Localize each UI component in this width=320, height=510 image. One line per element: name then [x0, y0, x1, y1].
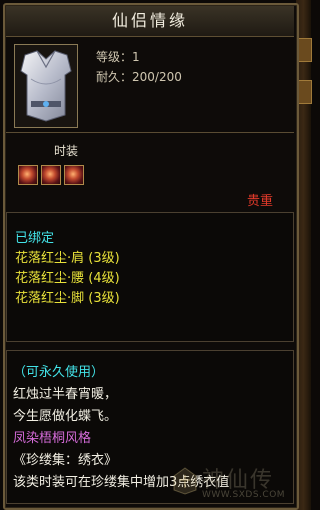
poem-line: 红烛过半春宵暖，: [13, 387, 118, 402]
background-ui-fragment: [298, 80, 312, 104]
rarity-label: 贵重: [247, 194, 274, 209]
divider: [6, 132, 294, 133]
set-item: 花落红尘·肩 (3级): [15, 251, 120, 266]
tooltip-header: 仙侣情缘: [6, 6, 294, 37]
item-durability: 耐久：200/200: [96, 70, 182, 84]
set-item: 花落红尘·脚 (3级): [15, 291, 120, 306]
watermark-url: WWW.SXDS.COM: [202, 490, 286, 500]
usage-note: （可永久使用）: [13, 365, 105, 380]
background-ui-fragment: [298, 38, 312, 62]
set-item: 花落红尘·腰 (4级): [15, 271, 120, 286]
watermark-logo-icon: [172, 466, 198, 496]
silver-armor-icon[interactable]: [14, 44, 78, 128]
gem-slot-icon[interactable]: [41, 165, 61, 185]
collection-name: 《珍缕集：绣衣》: [13, 453, 118, 468]
gem-slot-icon[interactable]: [18, 165, 38, 185]
item-level: 等级：1: [96, 50, 140, 64]
gem-slot-icon[interactable]: [64, 165, 84, 185]
style-name: 凤染梧桐风格: [13, 431, 92, 446]
poem-line: 今生愿做化蝶飞。: [13, 409, 118, 424]
bound-status: 已绑定: [15, 231, 55, 246]
binding-panel: 已绑定 花落红尘·肩 (3级) 花落红尘·腰 (4级) 花落红尘·脚 (3级): [6, 212, 294, 342]
fashion-label: 时装: [54, 144, 79, 158]
site-watermark: 神仙传 WWW.SXDS.COM: [172, 462, 292, 502]
item-title: 仙侣情缘: [111, 11, 188, 30]
